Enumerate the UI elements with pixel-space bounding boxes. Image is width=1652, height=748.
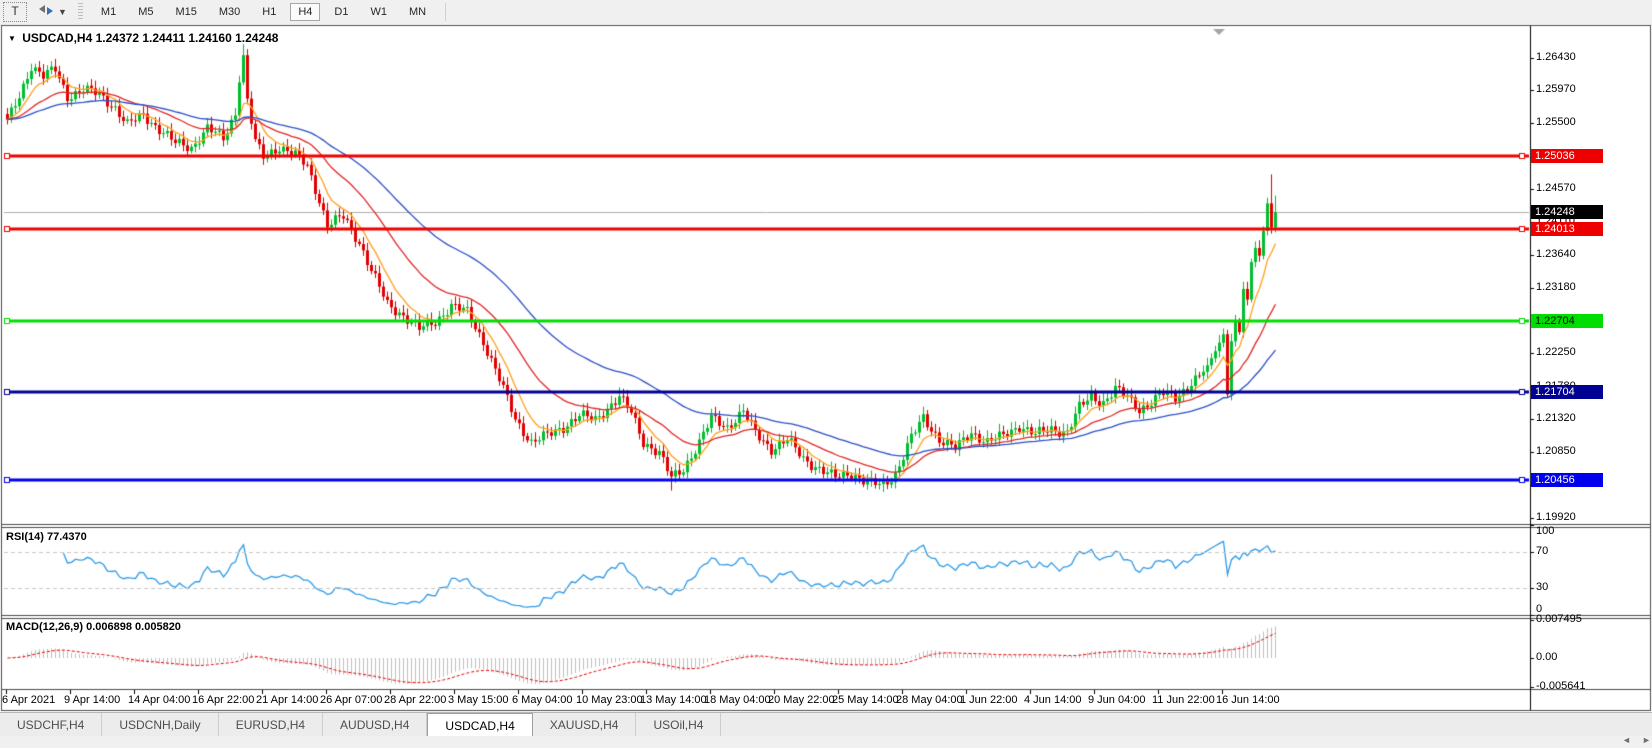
tab-scroll-left-icon[interactable]: ◄ bbox=[1622, 735, 1631, 745]
time-axis-label: 10 May 23:00 bbox=[576, 694, 643, 706]
toolbar-grip bbox=[78, 3, 83, 21]
tab-usoil-h4[interactable]: USOil,H4 bbox=[636, 713, 721, 737]
macd-tick-label: 0.00 bbox=[1536, 651, 1557, 663]
price-tick-label: 1.26430 bbox=[1536, 51, 1576, 63]
price-tick-label: 1.20850 bbox=[1536, 445, 1576, 457]
rsi-value: 77.4370 bbox=[47, 531, 87, 543]
tab-scroll-right-icon[interactable]: ► bbox=[1642, 735, 1651, 745]
timeframe-button-group: M1 M5 M15 M30 H1 H4 D1 W1 MN bbox=[90, 3, 437, 21]
tab-audusd-h4[interactable]: AUDUSD,H4 bbox=[323, 713, 427, 737]
timeframe-button-M30[interactable]: M30 bbox=[211, 3, 248, 21]
price-line-label[interactable]: 1.25036 bbox=[1531, 149, 1603, 163]
time-axis-label: 25 May 14:00 bbox=[832, 694, 899, 706]
price-line-label[interactable]: 1.24013 bbox=[1531, 222, 1603, 236]
time-axis-label: 6 May 04:00 bbox=[512, 694, 573, 706]
time-axis-label: 1 Jun 22:00 bbox=[960, 694, 1018, 706]
time-axis-label: 16 Apr 22:00 bbox=[192, 694, 254, 706]
toolbar-separator bbox=[445, 3, 446, 21]
timeframe-button-M5[interactable]: M5 bbox=[130, 3, 161, 21]
macd-tick-label: 0.007495 bbox=[1536, 613, 1582, 625]
price-tick-label: 1.21320 bbox=[1536, 412, 1576, 424]
tab-usdchf-h4[interactable]: USDCHF,H4 bbox=[0, 713, 102, 737]
arrows-tool-icon bbox=[37, 3, 55, 22]
tab-usdcad-h4[interactable]: USDCAD,H4 bbox=[427, 713, 532, 737]
time-axis-label: 4 Jun 14:00 bbox=[1024, 694, 1082, 706]
macd-value: 0.006898 bbox=[86, 621, 132, 633]
tab-eurusd-h4[interactable]: EURUSD,H4 bbox=[219, 713, 323, 737]
price-tick-label: 1.24570 bbox=[1536, 182, 1576, 194]
toolbar: T ▼ M1 M5 M15 M30 H1 H4 D1 W1 MN bbox=[0, 0, 1652, 25]
macd-signal-value: 0.005820 bbox=[135, 621, 181, 633]
time-axis-label: 21 Apr 14:00 bbox=[256, 694, 318, 706]
time-axis-label: 9 Apr 14:00 bbox=[64, 694, 120, 706]
timeframe-button-H4[interactable]: H4 bbox=[290, 3, 320, 21]
macd-tick-label: -0.005641 bbox=[1536, 680, 1586, 692]
time-axis-label: 3 May 15:00 bbox=[448, 694, 509, 706]
price-tick-label: 1.25500 bbox=[1536, 116, 1576, 128]
rsi-tick-label: 70 bbox=[1536, 545, 1548, 557]
time-axis-label: 11 Jun 22:00 bbox=[1152, 694, 1215, 706]
rsi-panel-label: RSI(14) 77.4370 bbox=[6, 531, 87, 543]
timeframe-button-W1[interactable]: W1 bbox=[362, 3, 395, 21]
price-tick-label: 1.19920 bbox=[1536, 511, 1576, 523]
rsi-name: RSI(14) bbox=[6, 531, 44, 543]
time-axis-label: 13 May 14:00 bbox=[640, 694, 707, 706]
chart-title-symbol: USDCAD,H4 bbox=[22, 31, 92, 45]
symbol-tab-bar: USDCHF,H4USDCNH,DailyEURUSD,H4AUDUSD,H4U… bbox=[0, 712, 1652, 737]
time-axis-label: 28 Apr 22:00 bbox=[384, 694, 446, 706]
timeframe-button-MN[interactable]: MN bbox=[401, 3, 434, 21]
rsi-tick-label: 30 bbox=[1536, 581, 1548, 593]
price-tick-label: 1.23640 bbox=[1536, 248, 1576, 260]
price-line-label[interactable]: 1.21704 bbox=[1531, 385, 1603, 399]
time-axis-label: 6 Apr 2021 bbox=[2, 694, 55, 706]
chart-canvas[interactable] bbox=[0, 0, 1652, 748]
chart-title-ohlc: 1.24372 1.24411 1.24160 1.24248 bbox=[96, 31, 279, 45]
time-axis-label: 28 May 04:00 bbox=[896, 694, 963, 706]
price-line-label[interactable]: 1.20456 bbox=[1531, 473, 1603, 487]
chart-title: ▼ USDCAD,H4 1.24372 1.24411 1.24160 1.24… bbox=[8, 31, 278, 45]
price-tick-label: 1.22250 bbox=[1536, 346, 1576, 358]
timeframe-button-H1[interactable]: H1 bbox=[254, 3, 284, 21]
text-tool-button[interactable]: T bbox=[3, 2, 27, 22]
timeframe-button-D1[interactable]: D1 bbox=[326, 3, 356, 21]
timeframe-button-M1[interactable]: M1 bbox=[93, 3, 124, 21]
chevron-down-icon: ▼ bbox=[58, 7, 67, 17]
price-line-label[interactable]: 1.22704 bbox=[1531, 314, 1603, 328]
time-axis-label: 26 Apr 07:00 bbox=[320, 694, 382, 706]
bottom-strip: ◄ ► bbox=[0, 736, 1652, 748]
time-axis-label: 16 Jun 14:00 bbox=[1216, 694, 1280, 706]
symbol-dropdown-icon[interactable]: ▼ bbox=[8, 34, 16, 43]
price-tick-label: 1.23180 bbox=[1536, 281, 1576, 293]
tab-xauusd-h4[interactable]: XAUUSD,H4 bbox=[533, 713, 637, 737]
time-axis-label: 20 May 22:00 bbox=[768, 694, 835, 706]
time-axis-label: 9 Jun 04:00 bbox=[1088, 694, 1146, 706]
arrows-tool-button[interactable]: ▼ bbox=[35, 3, 69, 21]
macd-panel-label: MACD(12,26,9) 0.006898 0.005820 bbox=[6, 621, 181, 633]
timeframe-button-M15[interactable]: M15 bbox=[167, 3, 204, 21]
macd-name: MACD(12,26,9) bbox=[6, 621, 83, 633]
time-axis-label: 14 Apr 04:00 bbox=[128, 694, 190, 706]
current-price-label: 1.24248 bbox=[1531, 205, 1603, 219]
price-tick-label: 1.25970 bbox=[1536, 83, 1576, 95]
tab-usdcnh-daily[interactable]: USDCNH,Daily bbox=[102, 713, 218, 737]
time-axis-label: 18 May 04:00 bbox=[704, 694, 771, 706]
rsi-tick-label: 100 bbox=[1536, 525, 1554, 537]
